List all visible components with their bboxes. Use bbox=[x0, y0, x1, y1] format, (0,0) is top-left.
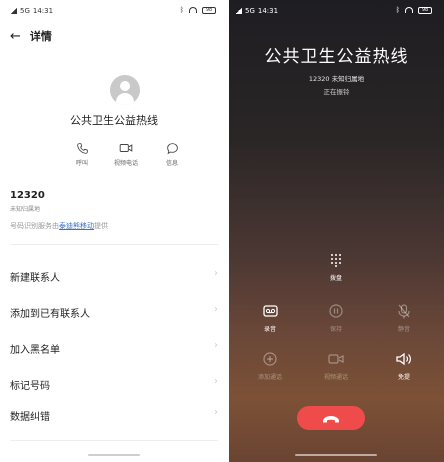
battery-level: 98 bbox=[205, 6, 213, 13]
menu-item-label: 标记号码 bbox=[10, 381, 50, 392]
mute-button[interactable]: 静音 bbox=[379, 303, 429, 333]
keypad-label: 拨盘 bbox=[329, 275, 342, 282]
record-label: 录音 bbox=[263, 326, 276, 333]
video-icon bbox=[106, 141, 146, 155]
message-label: 信息 bbox=[165, 160, 178, 167]
call-label: 呼叫 bbox=[75, 160, 88, 167]
mark-number-row[interactable]: 标记号码 › bbox=[0, 367, 228, 399]
call-button[interactable]: 呼叫 bbox=[62, 141, 102, 167]
person-icon bbox=[120, 81, 130, 91]
page-title: 详情 bbox=[29, 30, 52, 43]
wifi-icon bbox=[405, 7, 413, 13]
home-indicator[interactable] bbox=[295, 454, 377, 456]
hang-up-button[interactable] bbox=[297, 406, 365, 430]
video-call-label: 视频通话 bbox=[323, 374, 348, 381]
header: ← 详情 bbox=[10, 28, 52, 44]
keypad-button[interactable]: 拨盘 bbox=[311, 252, 361, 282]
callee-number-location: 12320 未知归属地 bbox=[308, 75, 365, 83]
signal-icon bbox=[10, 8, 17, 14]
record-button[interactable]: 录音 bbox=[245, 303, 295, 333]
message-icon bbox=[152, 141, 192, 155]
callee-name: 公共卫生公益热线 bbox=[264, 47, 409, 67]
contact-name: 公共卫生公益热线 bbox=[70, 114, 158, 127]
number-location: 未知归属地 bbox=[10, 206, 41, 213]
signal-label: 5G bbox=[245, 7, 255, 15]
battery-icon: 98 bbox=[418, 6, 432, 14]
avatar bbox=[110, 75, 140, 105]
provider-link[interactable]: 泰迪熊移动 bbox=[59, 222, 94, 230]
bluetooth-icon: ᛒ bbox=[395, 6, 400, 14]
in-call-screen: 5G 14:31 ᛒ 98 公共卫生公益热线 12320 未知归属地 正在振铃 … bbox=[229, 0, 444, 462]
contact-details-screen: 5G 14:31 ᛒ 98 ← 详情 公共卫生公益热线 呼叫 视频电话 信息 1… bbox=[0, 0, 228, 462]
provider-note: 号码识别服务由泰迪熊移动提供 bbox=[10, 221, 108, 231]
add-to-existing-contact-row[interactable]: 添加到已有联系人 › bbox=[0, 295, 228, 327]
arrow-left-icon[interactable]: ← bbox=[10, 29, 21, 44]
status-bar: 5G 14:31 ᛒ 98 bbox=[229, 0, 444, 20]
end-call-icon bbox=[322, 409, 340, 428]
battery-icon: 98 bbox=[202, 6, 216, 14]
add-call-icon bbox=[245, 351, 295, 367]
mute-icon bbox=[379, 303, 429, 319]
chevron-right-icon: › bbox=[214, 268, 218, 279]
hold-button[interactable]: 保持 bbox=[311, 303, 361, 333]
hold-label: 保持 bbox=[329, 326, 342, 333]
chevron-right-icon: › bbox=[214, 407, 218, 418]
home-indicator[interactable] bbox=[88, 454, 140, 456]
divider bbox=[10, 244, 218, 245]
message-button[interactable]: 信息 bbox=[152, 141, 192, 167]
chevron-right-icon: › bbox=[214, 340, 218, 351]
menu-item-label: 新建联系人 bbox=[10, 273, 60, 284]
wifi-icon bbox=[189, 7, 197, 13]
mute-label: 静音 bbox=[397, 326, 410, 333]
time-label: 14:31 bbox=[32, 7, 54, 15]
signal-label: 5G bbox=[20, 7, 30, 15]
speaker-icon bbox=[379, 351, 429, 367]
menu-item-label: 添加到已有联系人 bbox=[10, 309, 90, 320]
dialpad-icon bbox=[311, 252, 361, 268]
battery-level: 98 bbox=[421, 6, 429, 13]
signal-icon bbox=[235, 8, 242, 14]
add-call-label: 添加通话 bbox=[257, 374, 282, 381]
call-status: 正在振铃 bbox=[323, 88, 350, 96]
pause-icon bbox=[311, 303, 361, 319]
video-call-button[interactable]: 视频电话 bbox=[106, 141, 146, 167]
video-call-button[interactable]: 视频通话 bbox=[311, 351, 361, 381]
chevron-right-icon: › bbox=[214, 376, 218, 387]
speaker-label: 免提 bbox=[397, 374, 410, 381]
status-bar: 5G 14:31 ᛒ 98 bbox=[0, 0, 228, 20]
video-icon bbox=[311, 351, 361, 367]
record-icon bbox=[245, 303, 295, 319]
data-correction-row[interactable]: 数据纠错 › bbox=[0, 398, 228, 430]
time-label: 14:31 bbox=[257, 7, 279, 15]
phone-icon bbox=[62, 141, 102, 155]
bluetooth-icon: ᛒ bbox=[179, 6, 184, 14]
video-call-label: 视频电话 bbox=[113, 160, 138, 167]
add-call-button[interactable]: 添加通话 bbox=[245, 351, 295, 381]
new-contact-row[interactable]: 新建联系人 › bbox=[0, 259, 228, 291]
provider-prefix: 号码识别服务由 bbox=[10, 222, 59, 230]
provider-suffix: 提供 bbox=[94, 222, 108, 230]
divider bbox=[10, 440, 218, 441]
menu-item-label: 数据纠错 bbox=[10, 412, 50, 423]
speaker-button[interactable]: 免提 bbox=[379, 351, 429, 381]
add-to-blacklist-row[interactable]: 加入黑名单 › bbox=[0, 331, 228, 363]
phone-number: 12320 bbox=[10, 190, 45, 201]
menu-item-label: 加入黑名单 bbox=[10, 345, 60, 356]
chevron-right-icon: › bbox=[214, 304, 218, 315]
